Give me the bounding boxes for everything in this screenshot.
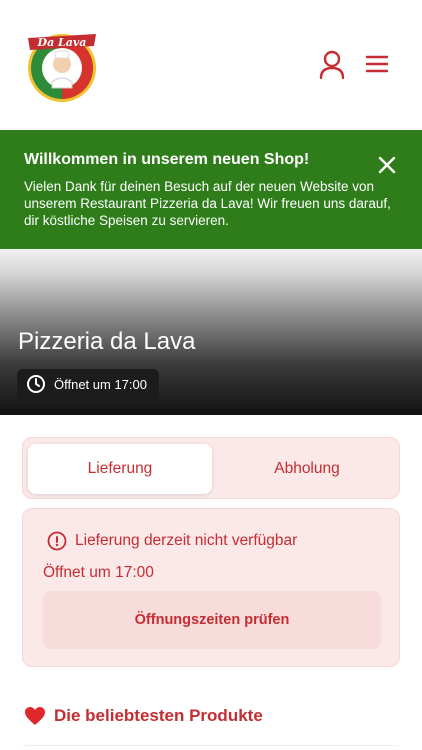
tab-delivery[interactable]: Lieferung — [28, 444, 212, 494]
heart-icon — [25, 707, 45, 725]
menu-button[interactable] — [364, 52, 390, 76]
banner-title: Willkommen in unserem neuen Shop! — [24, 151, 310, 168]
notice-opening-time: Öffnet um 17:00 — [43, 564, 154, 581]
close-icon — [378, 156, 396, 174]
site-header: Da Lava — [0, 0, 422, 130]
popular-products-title: Die beliebtesten Produkte — [54, 706, 263, 725]
hero-section: Pizzeria da Lava Öffnet um 17:00 — [0, 249, 422, 415]
info-icon — [47, 531, 67, 551]
popular-products-heading: Die beliebtesten Produkte — [24, 706, 263, 726]
restaurant-name: Pizzeria da Lava — [18, 328, 196, 355]
close-banner-button[interactable] — [378, 156, 396, 179]
svg-text:Da Lava: Da Lava — [37, 36, 87, 49]
account-button[interactable] — [318, 50, 346, 80]
menu-icon — [365, 55, 389, 73]
opening-status-chip: Öffnet um 17:00 — [17, 369, 159, 399]
welcome-banner: Willkommen in unserem neuen Shop! Vielen… — [0, 130, 422, 249]
logo-image: Da Lava — [28, 34, 96, 102]
opening-status-text: Öffnet um 17:00 — [54, 376, 147, 392]
order-mode-switch: Lieferung Abholung — [22, 437, 400, 499]
user-icon — [319, 50, 345, 80]
product-list-edge — [22, 745, 400, 750]
notice-message-row: Lieferung derzeit nicht verfügbar — [47, 531, 297, 551]
notice-message: Lieferung derzeit nicht verfügbar — [75, 532, 298, 549]
check-hours-button[interactable]: Öffnungszeiten prüfen — [43, 591, 381, 649]
clock-icon — [27, 375, 45, 393]
tab-pickup[interactable]: Abholung — [215, 444, 399, 494]
delivery-notice: Lieferung derzeit nicht verfügbar Öffnet… — [22, 508, 400, 667]
banner-text: Vielen Dank für deinen Besuch auf der ne… — [24, 179, 391, 228]
restaurant-logo[interactable]: Da Lava — [22, 24, 102, 106]
